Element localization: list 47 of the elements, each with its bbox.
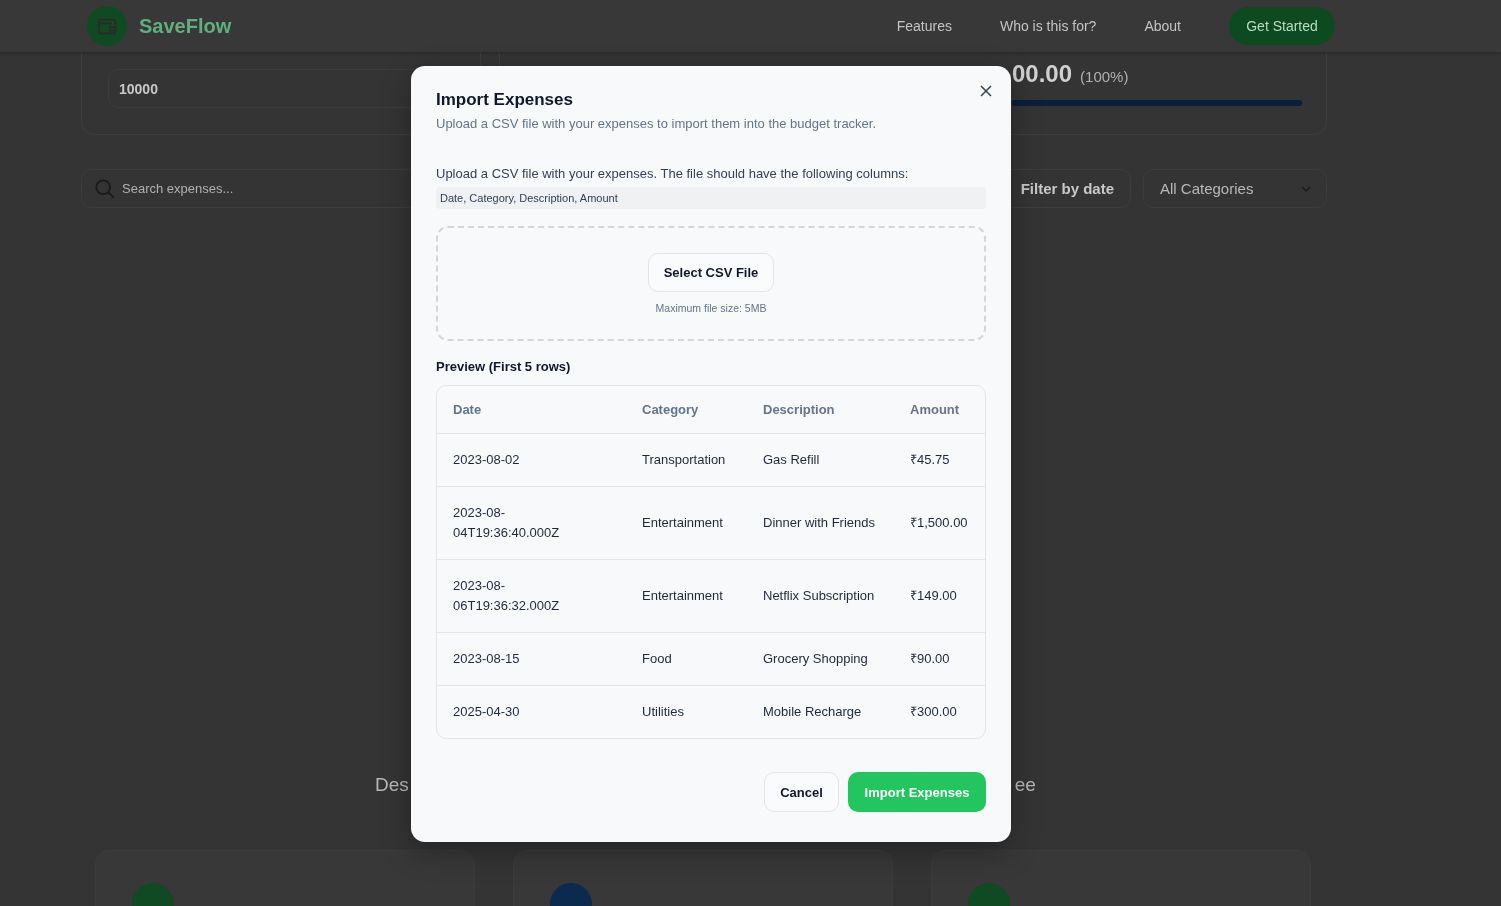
get-started-button[interactable]: Get Started xyxy=(1229,7,1335,45)
column-header: Date xyxy=(437,386,626,434)
amount-text: 00.00 xyxy=(1012,60,1073,88)
column-header: Amount xyxy=(894,386,985,434)
table-cell-text: ₹45.75 xyxy=(910,451,951,469)
table-cell-text: ₹149.00 xyxy=(910,587,958,605)
wallet-logo-icon xyxy=(87,6,127,46)
table-cell-text: Transportation xyxy=(642,451,727,469)
nav-link[interactable]: About xyxy=(1144,18,1181,34)
column-header: Category xyxy=(626,386,747,434)
column-header: Description xyxy=(747,386,894,434)
search-icon xyxy=(94,177,116,200)
preview-title: Preview (First 5 rows) xyxy=(436,359,572,374)
table-cell-text: ₹300.00 xyxy=(910,703,958,721)
nav-link[interactable]: Features xyxy=(896,18,952,34)
table-cell-text: ₹90.00 xyxy=(910,650,951,668)
section-text: Des xyxy=(375,774,409,797)
table-cell-text: Entertainment xyxy=(642,587,724,605)
category-label: All Categories xyxy=(1160,180,1254,197)
nav-link[interactable]: Who is this for? xyxy=(999,18,1097,34)
table-cell-text: Utilities xyxy=(642,703,685,721)
table-cell-text: Entertainment xyxy=(642,514,724,532)
cancel-button[interactable]: Cancel xyxy=(764,772,839,812)
table-cell-text: Grocery Shopping xyxy=(763,650,869,668)
table-cell-text: Gas Refill xyxy=(763,451,821,469)
columns-hint: Date, Category, Description, Amount xyxy=(436,187,986,209)
table-cell-text: 2023-08-02 xyxy=(453,451,521,469)
table-cell-text: 2023-08-06T19:36:32.000Z xyxy=(453,577,561,615)
max-size-text: Maximum file size: 5MB xyxy=(655,302,767,314)
close-icon[interactable] xyxy=(979,84,993,98)
drop-zone[interactable]: Select CSV File Maximum file size: 5MB xyxy=(436,226,986,341)
percent-text: (100%) xyxy=(1080,68,1129,85)
table-cell-text: Mobile Recharge xyxy=(763,703,863,721)
brand-name[interactable]: SaveFlow xyxy=(139,14,232,38)
table-cell-text: Dinner with Friends xyxy=(763,514,875,532)
instructions-text: Upload a CSV file with your expenses. The file should have the following columns: xyxy=(436,166,910,181)
table-cell-text: Netflix Subscription xyxy=(763,587,875,605)
section-text: ee xyxy=(1014,774,1036,797)
table-cell-text: 2023-08-04T19:36:40.000Z xyxy=(453,504,561,542)
search-placeholder: Search expenses... xyxy=(122,181,234,196)
table-cell-text: 2023-08-15 xyxy=(453,650,521,668)
dialog-subtitle: Upload a CSV file with your expenses to import them into the budget tracker. xyxy=(436,116,878,131)
category-select[interactable]: All Categories xyxy=(1143,169,1327,208)
table-cell-text: Food xyxy=(642,650,673,668)
table-cell-text: 2025-04-30 xyxy=(453,703,521,721)
select-file-button[interactable]: Select CSV File xyxy=(647,253,775,292)
table-cell-text: ₹1,500.00 xyxy=(910,514,969,532)
